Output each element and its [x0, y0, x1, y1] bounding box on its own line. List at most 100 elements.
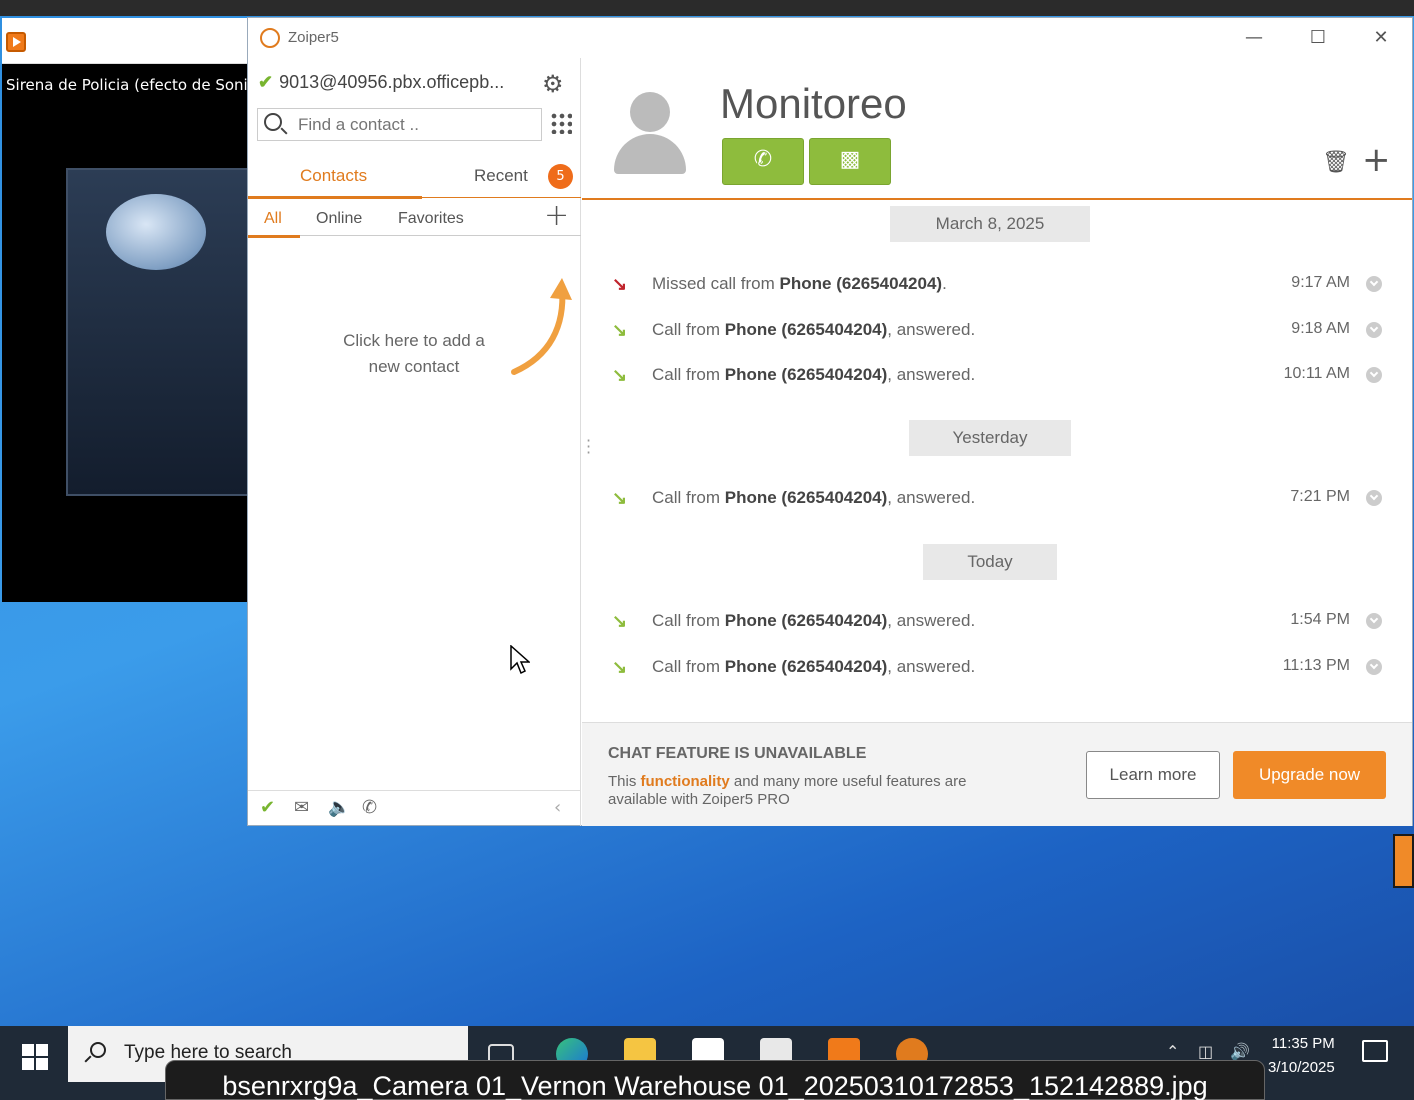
date-separator: Today — [923, 544, 1057, 580]
history-entry[interactable]: ↘ Call from Phone (6265404204), answered… — [612, 318, 1382, 348]
entry-expand-icon[interactable] — [1366, 659, 1382, 675]
entry-time: 10:11 AM — [1283, 365, 1350, 382]
curved-arrow-icon — [511, 278, 572, 375]
chat-unavailable-title: CHAT FEATURE IS UNAVAILABLE — [608, 745, 867, 762]
history-entry[interactable]: ↘ Missed call from Phone (6265404204). 9… — [612, 272, 1382, 302]
volume-icon[interactable]: 🔊 — [1230, 1042, 1250, 1061]
incoming-call-icon: ↘ — [612, 365, 628, 385]
overlay-filename: bsenrxrg9a_Camera 01_Vernon Warehouse 01… — [165, 1060, 1265, 1100]
video-call-button[interactable]: ▩ — [809, 138, 891, 185]
avatar — [614, 92, 686, 174]
entry-text: Call from Phone (6265404204), answered. — [652, 320, 976, 339]
learn-more-button[interactable]: Learn more — [1086, 751, 1220, 799]
close-icon[interactable]: ✕ — [1361, 24, 1401, 52]
maximize-icon[interactable]: ☐ — [1298, 24, 1338, 52]
subtab-favorites[interactable]: Favorites — [398, 210, 464, 228]
entry-expand-icon[interactable] — [1366, 367, 1382, 383]
clock-date: 3/10/2025 — [1268, 1059, 1335, 1076]
incoming-call-icon: ↘ — [612, 488, 628, 508]
zoiper-window: Zoiper5 — ☐ ✕ ✔ 9013@40956.pbx.officepb..… — [247, 17, 1413, 826]
phone-icon[interactable]: ✆ — [362, 797, 377, 818]
media-player-window[interactable]: Sirena de Policia (efecto de Sonido) — [2, 18, 256, 602]
titlebar: Zoiper5 — ☐ ✕ — [248, 18, 1412, 58]
subtab-all[interactable]: All — [248, 210, 300, 238]
notification-center-icon[interactable] — [1362, 1040, 1388, 1062]
zoiper-logo-icon — [260, 28, 280, 48]
collapse-chevron-icon[interactable]: ‹ — [554, 797, 561, 818]
entry-text: Call from Phone (6265404204), answered. — [652, 365, 976, 384]
tab-bar: Contacts Recent — [247, 158, 581, 199]
upgrade-now-button[interactable]: Upgrade now — [1233, 751, 1386, 799]
phone-call-icon: ✆ — [753, 147, 773, 172]
registered-check-icon: ✔ — [258, 72, 274, 92]
contact-search[interactable] — [257, 108, 542, 141]
history-entry[interactable]: ↘ Call from Phone (6265404204), answered… — [612, 363, 1382, 393]
subtab-online[interactable]: Online — [316, 210, 362, 228]
account-status[interactable]: ✔ 9013@40956.pbx.officepb... — [258, 72, 504, 93]
clock-time: 11:35 PM — [1271, 1035, 1335, 1052]
dialpad-icon[interactable] — [550, 112, 572, 134]
chat-unavailable-description: This functionality and many more useful … — [608, 773, 967, 808]
media-player-titlebar[interactable] — [2, 18, 252, 64]
audio-call-button[interactable]: ✆ — [722, 138, 804, 185]
video-bubble-image — [106, 194, 206, 270]
status-toolbar: ✔ ✉ 🔈 ✆ ‹ — [248, 790, 581, 826]
date-separator: March 8, 2025 — [890, 206, 1090, 242]
chat-upsell-bar: CHAT FEATURE IS UNAVAILABLE This functio… — [582, 722, 1412, 826]
entry-text: Call from Phone (6265404204), answered. — [652, 657, 976, 676]
panel-splitter-handle[interactable]: · · · — [586, 433, 591, 461]
add-contact-hint[interactable]: Click here to add a new contact — [328, 328, 500, 380]
entry-expand-icon[interactable] — [1366, 490, 1382, 506]
mail-icon[interactable]: ✉ — [294, 797, 309, 818]
window-title: Zoiper5 — [288, 29, 339, 46]
mouse-cursor-icon — [510, 645, 530, 675]
history-entry[interactable]: ↘ Call from Phone (6265404204), answered… — [612, 486, 1382, 516]
network-icon[interactable]: ◫ — [1198, 1042, 1213, 1061]
tray-chevron-icon[interactable]: ⌃ — [1166, 1042, 1179, 1061]
top-bezel — [0, 0, 1414, 16]
media-player-icon — [6, 32, 26, 52]
incoming-call-icon: ↘ — [612, 611, 628, 631]
recent-count-badge: 5 — [548, 164, 573, 189]
add-icon[interactable]: + — [1362, 140, 1391, 180]
search-icon — [90, 1042, 106, 1058]
history-entry[interactable]: ↘ Call from Phone (6265404204), answered… — [612, 655, 1382, 685]
entry-expand-icon[interactable] — [1366, 613, 1382, 629]
entry-expand-icon[interactable] — [1366, 276, 1382, 292]
history-entry[interactable]: ↘ Call from Phone (6265404204), answered… — [612, 609, 1382, 639]
taskbar-clock[interactable]: 11:35 PM 3/10/2025 — [1268, 1032, 1335, 1080]
incoming-call-icon: ↘ — [612, 320, 628, 340]
entry-time: 11:13 PM — [1282, 657, 1350, 674]
media-title: Sirena de Policia (efecto de Sonido) — [6, 76, 250, 94]
tab-contacts[interactable]: Contacts — [247, 166, 423, 199]
contacts-panel: ✔9013@40956.pbx.officepb... ⚙ Contacts R… — [247, 58, 581, 826]
entry-expand-icon[interactable] — [1366, 322, 1382, 338]
gear-icon[interactable]: ⚙ — [542, 70, 564, 98]
missed-call-icon: ↘ — [612, 274, 628, 294]
online-status-icon[interactable]: ✔ — [260, 797, 275, 818]
minimize-icon[interactable]: — — [1234, 24, 1274, 52]
incoming-call-icon: ↘ — [612, 657, 628, 677]
entry-time: 7:21 PM — [1290, 488, 1350, 505]
entry-text: Missed call from Phone (6265404204). — [652, 274, 947, 293]
contact-name: Monitoreo — [720, 80, 907, 127]
date-separator: Yesterday — [909, 420, 1071, 456]
desktop-gadget-icon[interactable] — [1393, 834, 1414, 888]
windows-start-icon[interactable] — [22, 1044, 48, 1070]
search-input[interactable] — [298, 113, 528, 137]
subtab-bar: All Online Favorites — [248, 206, 581, 238]
call-history: March 8, 2025 ↘ Missed call from Phone (… — [582, 200, 1412, 722]
tab-recent[interactable]: Recent — [474, 166, 528, 186]
speaker-icon[interactable]: 🔈 — [328, 797, 350, 818]
entry-time: 1:54 PM — [1290, 611, 1350, 628]
trash-icon[interactable]: 🗑 — [1322, 150, 1350, 175]
avatar-head — [630, 92, 670, 132]
entry-time: 9:18 AM — [1291, 320, 1350, 337]
entry-time: 9:17 AM — [1291, 274, 1350, 291]
account-label: 9013@40956.pbx.officepb... — [279, 72, 505, 92]
avatar-body — [614, 134, 686, 174]
entry-text: Call from Phone (6265404204), answered. — [652, 611, 976, 630]
conversation-panel: Monitoreo ✆ ▩ 🗑 + March 8, 2025 ↘ Missed… — [582, 58, 1412, 826]
add-contact-icon[interactable]: + — [544, 198, 569, 233]
entry-text: Call from Phone (6265404204), answered. — [652, 488, 976, 507]
